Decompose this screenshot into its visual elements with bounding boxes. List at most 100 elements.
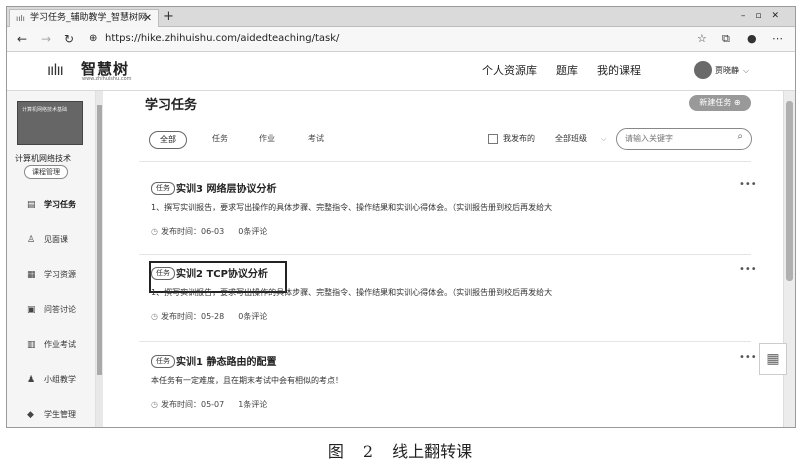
- page-title: 学习任务: [145, 98, 198, 113]
- figure-caption: 图 2 线上翻转课: [327, 442, 473, 461]
- filter-homework[interactable]: 作业: [259, 131, 275, 147]
- site-header: ıılıı 智慧树 www.zhihuishu.com 个人资源库 题库 我的课…: [7, 52, 795, 91]
- task-comments[interactable]: 0条评论: [238, 227, 267, 236]
- sidebar-item-students[interactable]: ◆ 学生管理: [7, 404, 95, 426]
- more-options-icon[interactable]: •••: [739, 264, 757, 275]
- more-options-icon[interactable]: •••: [739, 179, 757, 190]
- browser-window: ıılı 学习任务_辅助教学_智慧树网 ✕ + –▫✕ ← → ↻ ⊕ http…: [6, 6, 796, 428]
- more-options-icon[interactable]: •••: [739, 352, 757, 363]
- sidebar-item-label: 小组教学: [44, 375, 76, 384]
- logo-icon: ıılıı: [47, 61, 64, 79]
- clock-icon: ◷: [151, 312, 158, 321]
- folder-icon: ▦: [27, 270, 36, 280]
- filter-exam[interactable]: 考试: [308, 131, 324, 147]
- course-name: 计算机网络技术: [15, 154, 71, 163]
- task-tag: 任务: [151, 182, 175, 195]
- group-icon: ♟: [27, 375, 36, 385]
- filter-all[interactable]: 全部: [149, 131, 187, 149]
- forward-icon[interactable]: →: [41, 27, 51, 51]
- task-description: 1、撰写实训报告，要求写出操作的具体步骤、完整指令、操作结果和实训心得体会。（实…: [151, 288, 553, 297]
- divider: [139, 254, 751, 255]
- page-scrollbar[interactable]: [783, 91, 795, 427]
- task-tag: 任务: [151, 355, 175, 368]
- new-task-label: 新建任务: [699, 98, 732, 107]
- task-tag: 任务: [151, 267, 175, 280]
- search-icon[interactable]: ⌕: [737, 131, 743, 142]
- nav-my-courses[interactable]: 我的课程: [597, 52, 641, 90]
- task-comments[interactable]: 0条评论: [238, 312, 267, 321]
- task-card[interactable]: 任务 实训2 TCP协议分析 ••• 1、撰写实训报告，要求写出操作的具体步骤、…: [139, 258, 757, 343]
- chevron-down-icon[interactable]: ⌵: [601, 131, 606, 147]
- new-tab-button[interactable]: +: [163, 8, 174, 25]
- mine-checkbox[interactable]: [488, 134, 498, 144]
- task-icon: ▤: [27, 200, 36, 210]
- task-meta: ◷ 发布时间：05-07 1条评论: [151, 399, 267, 410]
- graduation-icon: ◆: [27, 410, 34, 420]
- chevron-down-icon[interactable]: ⌵: [743, 52, 749, 90]
- task-description: 1、撰写实训报告，要求写出操作的具体步骤、完整指令、操作结果和实训心得体会。（实…: [151, 203, 553, 212]
- filter-task[interactable]: 任务: [212, 131, 228, 147]
- window-controls[interactable]: –▫✕: [741, 7, 789, 25]
- divider: [139, 341, 751, 342]
- address-bar-row: ← → ↻ ⊕ https://hike.zhihuishu.com/aided…: [7, 27, 795, 52]
- sidebar-item-group[interactable]: ♟ 小组教学: [7, 369, 95, 391]
- back-icon[interactable]: ←: [17, 27, 27, 51]
- collections-icon[interactable]: ⧉: [722, 27, 730, 51]
- sidebar-item-label: 学习资源: [44, 270, 76, 279]
- sidebar-item-label: 见面课: [44, 235, 68, 244]
- tab-strip: ıılı 学习任务_辅助教学_智慧树网 ✕ + –▫✕: [7, 7, 795, 27]
- menu-icon[interactable]: ⋯: [772, 27, 783, 51]
- main-content: 学习任务 新建任务 ⊕ 全部 任务 作业 考试 我发布的 全部班级 ⌵ ⌕ 任务…: [119, 91, 759, 427]
- new-task-button[interactable]: 新建任务 ⊕: [689, 95, 751, 111]
- nav-question-bank[interactable]: 题库: [556, 52, 578, 90]
- task-time: 发布时间：05-28: [160, 312, 225, 321]
- sidebar-item-discussion[interactable]: ▣ 问答讨论: [7, 299, 95, 321]
- task-card[interactable]: 任务 实训3 网络层协议分析 ••• 1、撰写实训报告，要求写出操作的具体步骤、…: [139, 173, 757, 258]
- clock-icon: ◷: [151, 227, 158, 236]
- task-title[interactable]: 实训1 静态路由的配置: [176, 353, 276, 368]
- task-title[interactable]: 实训3 网络层协议分析: [176, 180, 276, 195]
- task-meta: ◷ 发布时间：05-28 0条评论: [151, 311, 267, 322]
- course-manage-button[interactable]: 课程管理: [24, 165, 68, 179]
- scrollbar-thumb[interactable]: [786, 101, 793, 281]
- task-comments[interactable]: 1条评论: [238, 400, 267, 409]
- favorites-icon[interactable]: ☆: [697, 27, 707, 51]
- sidebar-item-label: 学习任务: [44, 200, 76, 209]
- url-field[interactable]: https://hike.zhihuishu.com/aidedteaching…: [105, 27, 339, 51]
- sidebar-item-resources[interactable]: ▦ 学习资源: [7, 264, 95, 286]
- sidebar-item-label: 问答讨论: [44, 305, 76, 314]
- sidebar-item-label: 学生管理: [44, 410, 76, 419]
- globe-icon: ⊕: [89, 33, 98, 44]
- task-description: 本任务有一定难度，且在期末考试中会有相似的考点！: [151, 376, 343, 385]
- search-input[interactable]: [625, 131, 725, 146]
- sidebar-item-tasks[interactable]: ▤ 学习任务: [7, 194, 95, 216]
- site-favicon-icon: ıılı: [16, 14, 25, 23]
- course-cover[interactable]: 计算机网络技术基础: [17, 101, 83, 145]
- divider: [139, 161, 751, 162]
- course-cover-text: 计算机网络技术基础: [22, 107, 68, 113]
- sidebar-scrollbar[interactable]: [96, 91, 103, 427]
- tab-title: 学习任务_辅助教学_智慧树网: [30, 13, 148, 23]
- clock-icon: ◷: [151, 400, 158, 409]
- reload-icon[interactable]: ↻: [64, 27, 74, 51]
- nav-resource-library[interactable]: 个人资源库: [482, 52, 537, 90]
- task-title[interactable]: 实训2 TCP协议分析: [176, 265, 268, 280]
- sidebar-item-label: 作业考试: [44, 340, 76, 349]
- sidebar-item-meeting[interactable]: ♙ 见面课: [7, 229, 95, 251]
- qr-code-icon[interactable]: ▦: [759, 343, 787, 375]
- sidebar-item-exams[interactable]: ▥ 作业考试: [7, 334, 95, 356]
- task-card[interactable]: 任务 实训1 静态路由的配置 ••• 本任务有一定难度，且在期末考试中会有相似的…: [139, 346, 757, 427]
- browser-tab[interactable]: ıılı 学习任务_辅助教学_智慧树网 ✕: [9, 9, 159, 27]
- chat-icon: ▣: [27, 305, 36, 315]
- avatar[interactable]: [694, 61, 712, 79]
- close-tab-icon[interactable]: ✕: [144, 10, 152, 27]
- profile-icon[interactable]: ●: [747, 27, 757, 51]
- class-select[interactable]: 全部班级: [555, 131, 587, 147]
- scrollbar-thumb[interactable]: [97, 105, 102, 375]
- logo-subtext: www.zhihuishu.com: [82, 76, 132, 82]
- mine-label: 我发布的: [503, 134, 535, 143]
- sidebar: 计算机网络技术基础 计算机网络技术 课程管理 ▤ 学习任务 ♙ 见面课 ▦ 学习…: [7, 91, 96, 427]
- task-time: 发布时间：05-07: [160, 400, 225, 409]
- user-name[interactable]: 贾晓静: [715, 52, 739, 90]
- search-box: ⌕: [616, 128, 752, 150]
